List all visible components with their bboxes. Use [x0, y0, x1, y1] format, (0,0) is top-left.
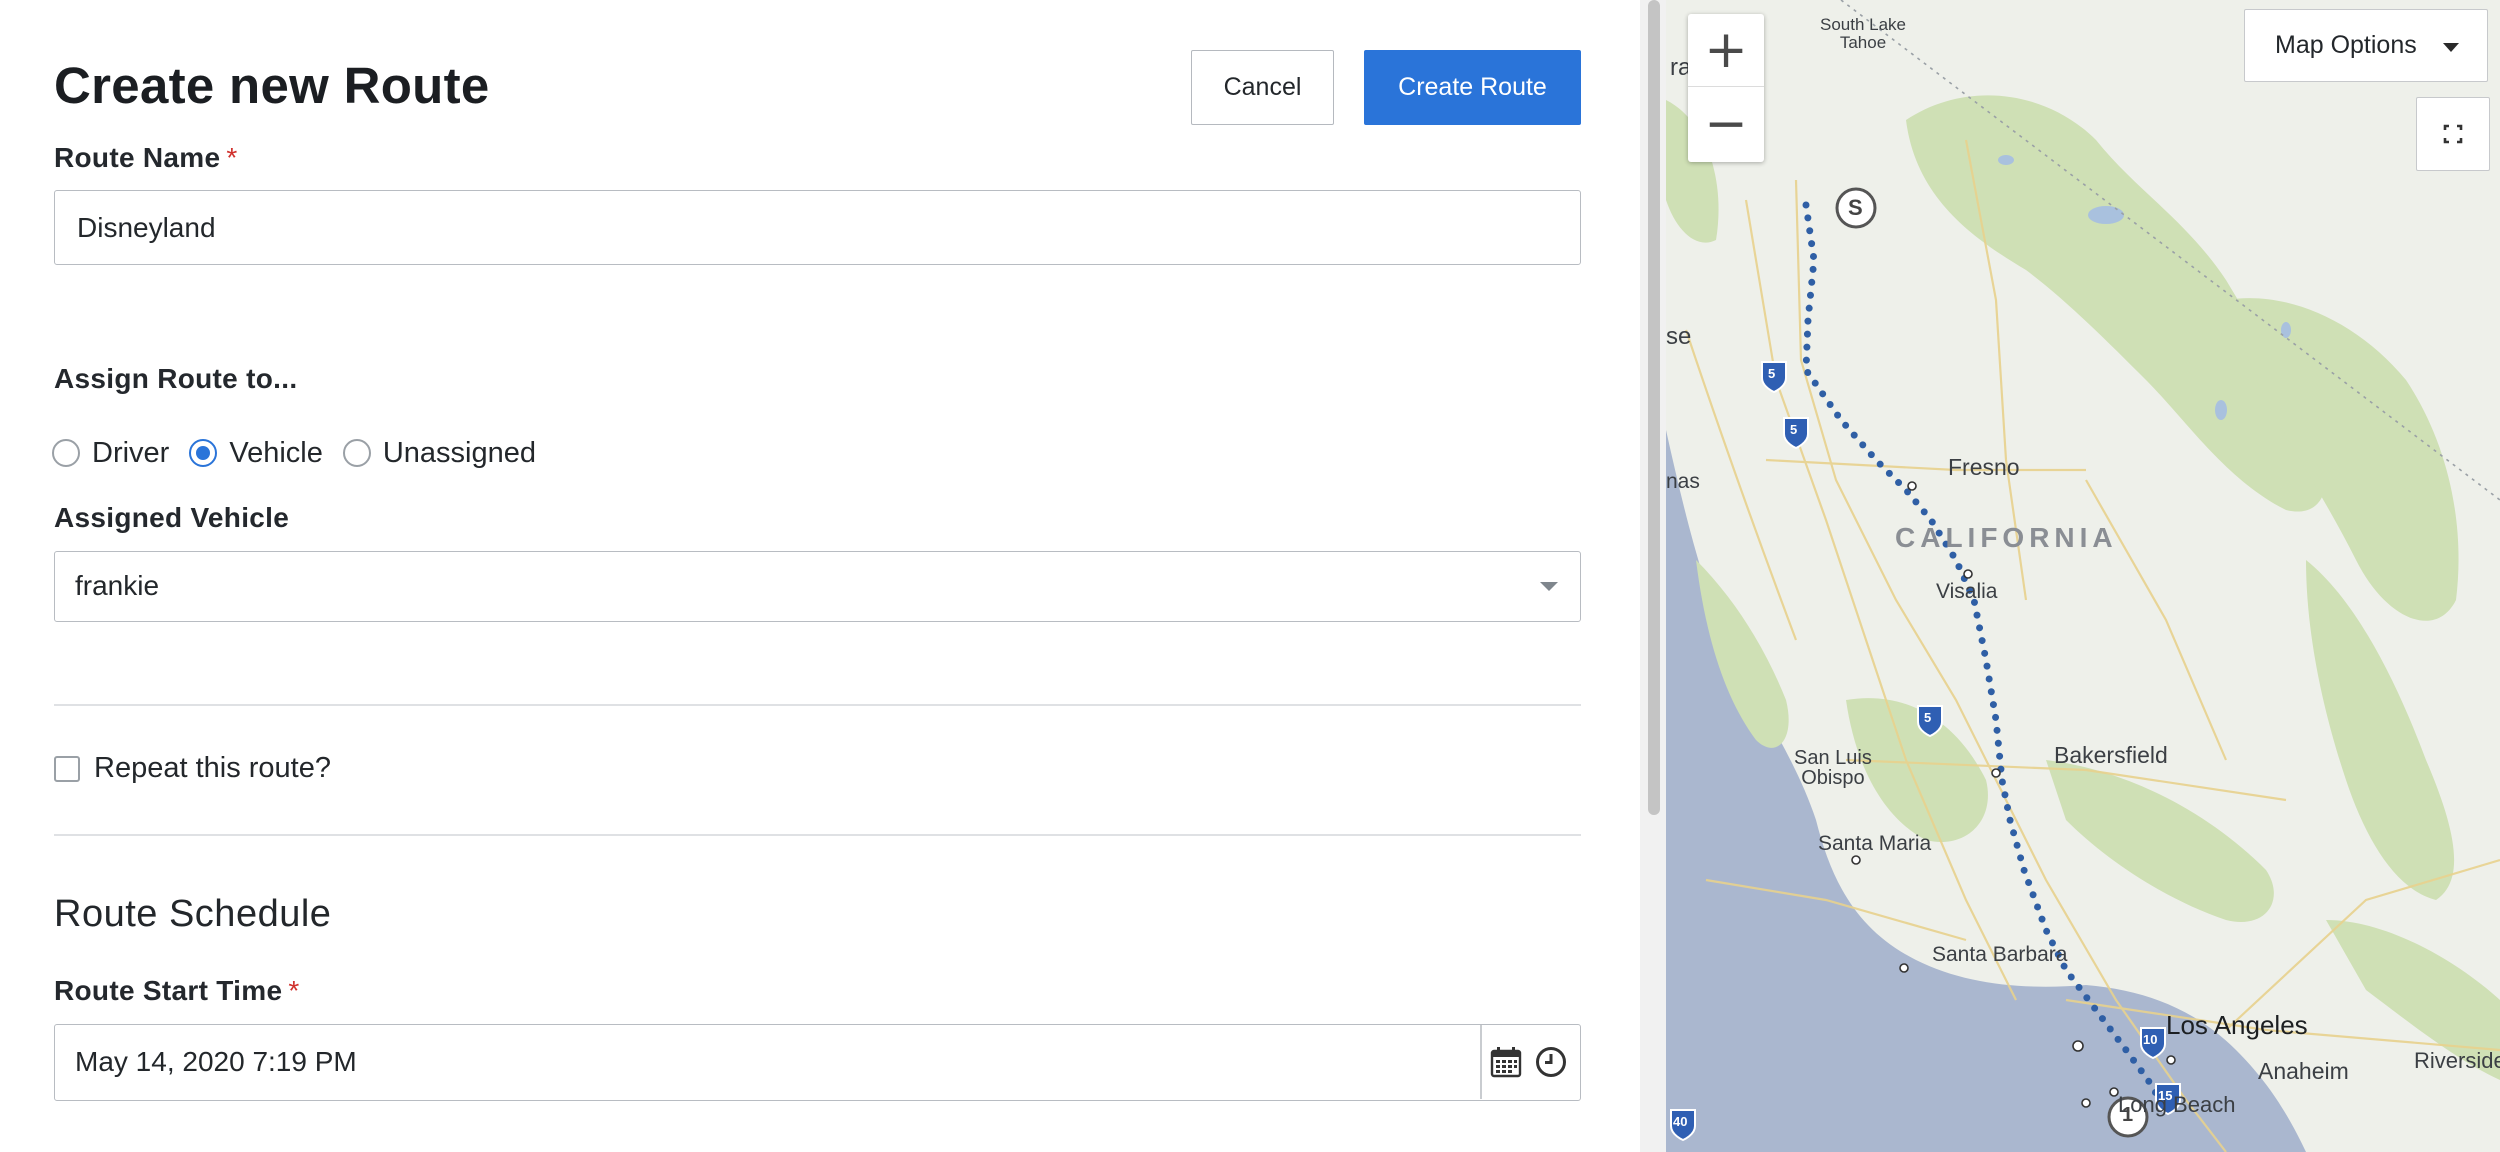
clock-icon[interactable] — [1534, 1045, 1568, 1079]
assigned-vehicle-value: frankie — [75, 570, 160, 601]
page-title: Create new Route — [54, 57, 490, 114]
route-schedule-title: Route Schedule — [54, 893, 332, 935]
shield-number: 5 — [1924, 710, 1932, 725]
map-label-long-beach: Long Beach — [2118, 1092, 2236, 1117]
radio-unassigned-circle[interactable] — [342, 439, 371, 467]
create-route-button[interactable]: Create Route — [1364, 50, 1581, 125]
map-label-california: CALIFORNIA — [1895, 522, 2118, 553]
map-label-visalia: Visalia — [1936, 580, 1998, 603]
assign-route-label: Assign Route to... — [54, 363, 298, 394]
map-options-button[interactable]: Map Options — [2244, 9, 2488, 82]
radio-vehicle-circle[interactable] — [189, 439, 218, 467]
zoom-control: + − — [1688, 14, 1764, 162]
route-form-panel: Create new Route Cancel Create Route Rou… — [0, 0, 1640, 1152]
radio-driver-label: Driver — [92, 436, 170, 469]
assigned-vehicle-label: Assigned Vehicle — [54, 502, 290, 533]
input-separator — [1480, 1025, 1482, 1099]
map-label-san-jose-partial: se — [1666, 323, 1692, 350]
repeat-checkbox-box[interactable] — [54, 755, 80, 782]
radio-driver-circle[interactable] — [52, 439, 80, 467]
caret-down-icon — [2443, 43, 2459, 52]
shield-number: 10 — [2143, 1032, 2158, 1047]
fullscreen-button[interactable] — [2416, 97, 2490, 171]
map-options-label: Map Options — [2275, 31, 2417, 59]
map-label-salinas-partial: nas — [1666, 470, 1700, 493]
shield-number: 5 — [1768, 366, 1776, 381]
zoom-in-button[interactable]: + — [1688, 14, 1764, 87]
map-label-south-lake-tahoe: South Lake Tahoe — [1820, 15, 1907, 52]
radio-vehicle[interactable]: Vehicle — [189, 437, 323, 470]
map-label-san-luis-obispo: San Luis Obispo — [1794, 747, 1872, 789]
repeat-route-checkbox[interactable]: Repeat this route? — [54, 752, 331, 785]
shield-number: 40 — [1673, 1114, 1688, 1129]
divider — [54, 834, 1581, 836]
map-canvas[interactable] — [1666, 0, 2500, 1152]
assign-radio-group: Driver Vehicle Unassigned — [52, 432, 556, 474]
map-label-santa-barbara: Santa Barbara — [1932, 943, 2068, 966]
radio-unassigned[interactable]: Unassigned — [342, 436, 537, 470]
route-name-label: Route Name * — [54, 142, 238, 173]
radio-driver[interactable]: Driver — [52, 437, 169, 470]
assigned-vehicle-select[interactable]: frankie — [54, 551, 1581, 622]
route-map[interactable]: South Lake Tahoe ra o se nas Fresno CALI… — [1666, 0, 2500, 1152]
route-start-time-value: May 14, 2020 7:19 PM — [75, 1046, 357, 1077]
map-label-santa-maria: Santa Maria — [1818, 832, 1932, 855]
cancel-button[interactable]: Cancel — [1191, 50, 1334, 125]
map-label-fresno: Fresno — [1948, 454, 2020, 480]
route-stop-1-marker-label: 1 — [2122, 1104, 2134, 1126]
route-name-input[interactable] — [54, 190, 1581, 265]
calendar-icon[interactable] — [1489, 1045, 1523, 1079]
required-mark: * — [226, 142, 238, 173]
zoom-out-button[interactable]: − — [1688, 88, 1764, 160]
map-label-bakersfield: Bakersfield — [2054, 742, 2168, 768]
repeat-route-label: Repeat this route? — [94, 752, 331, 784]
route-start-marker-label: S — [1848, 195, 1863, 220]
route-start-time-input[interactable]: May 14, 2020 7:19 PM — [54, 1024, 1581, 1101]
radio-vehicle-label: Vehicle — [229, 436, 323, 469]
shield-number: 5 — [1790, 422, 1798, 437]
map-label-los-angeles: Los Angeles — [2166, 1010, 2308, 1040]
shield-number: 15 — [2158, 1088, 2173, 1103]
fullscreen-icon — [2443, 124, 2463, 144]
chevron-down-icon — [1540, 582, 1558, 591]
required-mark: * — [288, 975, 300, 1006]
radio-unassigned-label: Unassigned — [382, 436, 537, 469]
divider — [54, 704, 1581, 706]
route-start-time-label: Route Start Time * — [54, 975, 300, 1006]
map-label-riverside: Riverside — [2414, 1048, 2500, 1073]
map-label-anaheim: Anaheim — [2258, 1058, 2349, 1084]
scrollbar-thumb[interactable] — [1648, 0, 1660, 815]
